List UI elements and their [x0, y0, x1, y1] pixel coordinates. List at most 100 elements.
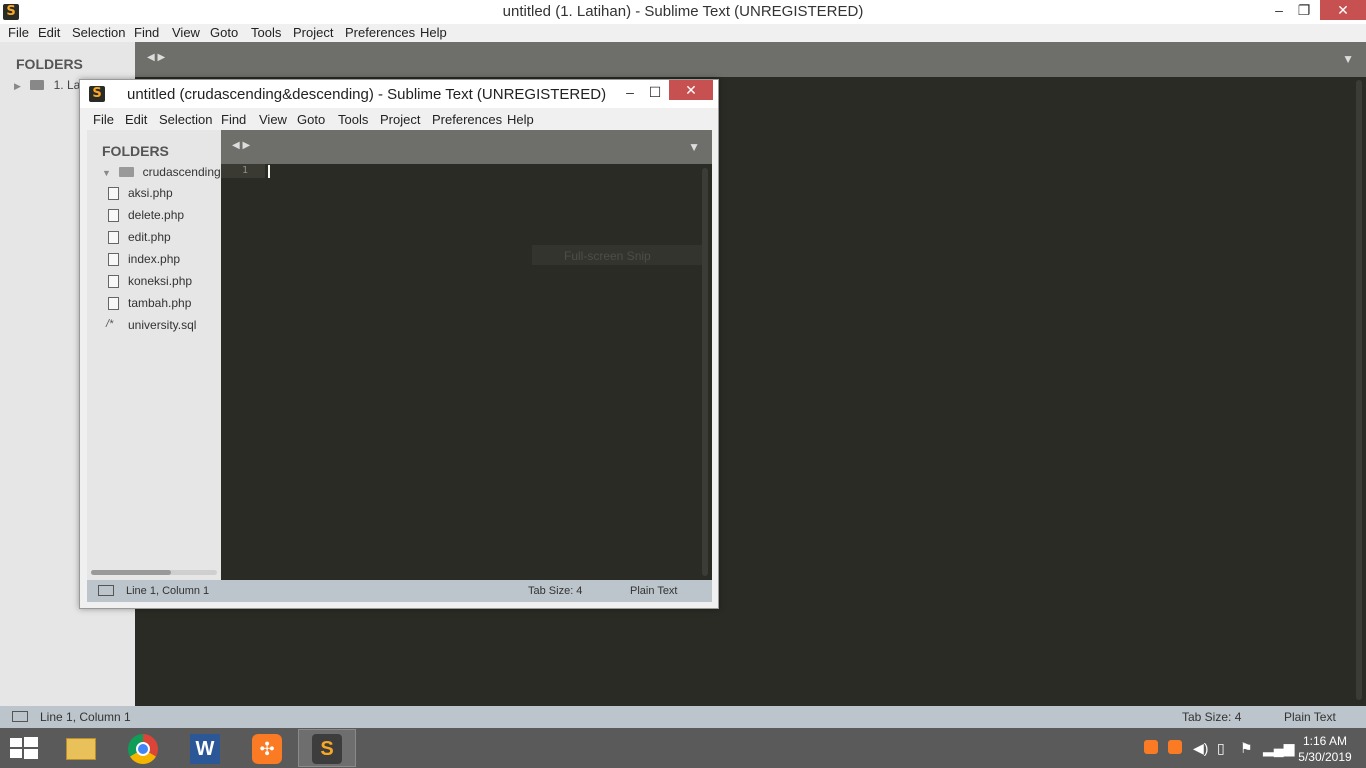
sql-file-icon: /*	[106, 318, 114, 330]
file-label: edit.php	[128, 230, 171, 244]
file-item[interactable]: index.php	[108, 252, 181, 266]
tab-nav-arrows-icon[interactable]: ◀ ▶	[147, 52, 165, 63]
menu-find[interactable]: Find	[134, 25, 159, 40]
main-titlebar: S untitled (1. Latihan) - Sublime Text (…	[0, 0, 1366, 24]
file-icon	[108, 275, 119, 288]
secondary-titlebar: S untitled (crudascending&descending) - …	[80, 80, 718, 108]
menu-selection[interactable]: Selection	[72, 25, 125, 40]
menu-view[interactable]: View	[172, 25, 200, 40]
xampp-tray-icon[interactable]	[1144, 740, 1158, 757]
menu-help[interactable]: Help	[420, 25, 447, 40]
folders-heading: FOLDERS	[102, 143, 169, 159]
status-syntax[interactable]: Plain Text	[630, 585, 678, 597]
file-label: delete.php	[128, 208, 185, 222]
menu-selection[interactable]: Selection	[159, 112, 212, 127]
file-explorer-icon[interactable]	[52, 729, 110, 767]
main-tabbar: ◀ ▶ ▼	[135, 42, 1366, 77]
file-label: tambah.php	[128, 296, 192, 310]
sidebar-folder-crud[interactable]: ▼ crudascending&descending	[102, 165, 221, 179]
file-icon	[108, 187, 119, 200]
file-label: aksi.php	[128, 186, 173, 200]
menu-goto[interactable]: Goto	[210, 25, 238, 40]
full-screen-snip-overlay: Full-screen Snip	[532, 245, 704, 265]
main-window-title: untitled (1. Latihan) - Sublime Text (UN…	[502, 3, 864, 20]
folder-open-icon	[119, 167, 135, 177]
network-signal-icon[interactable]: ▂▄▆	[1263, 740, 1294, 757]
close-button[interactable]: ✕	[669, 80, 713, 100]
file-label: university.sql	[128, 318, 197, 332]
file-label: index.php	[128, 252, 181, 266]
restore-button[interactable]: ❐	[1289, 0, 1319, 20]
menu-project[interactable]: Project	[293, 25, 333, 40]
status-tab-size[interactable]: Tab Size: 4	[1182, 710, 1241, 724]
status-tab-size[interactable]: Tab Size: 4	[528, 585, 582, 597]
tab-dropdown-icon[interactable]: ▼	[1342, 52, 1354, 66]
folders-heading: FOLDERS	[16, 56, 83, 72]
secondary-sidebar: FOLDERS ▼ crudascending&descending aksi.…	[87, 130, 221, 580]
tab-dropdown-icon[interactable]: ▼	[688, 140, 700, 154]
menu-edit[interactable]: Edit	[38, 25, 60, 40]
menu-find[interactable]: Find	[221, 112, 246, 127]
file-icon	[108, 209, 119, 222]
file-item[interactable]: tambah.php	[108, 296, 192, 310]
secondary-menubar: File Edit Selection Find View Goto Tools…	[80, 108, 718, 130]
menu-preferences[interactable]: Preferences	[345, 25, 415, 40]
secondary-statusbar: Line 1, Column 1 Tab Size: 4 Plain Text	[87, 580, 712, 602]
menu-file[interactable]: File	[8, 25, 29, 40]
status-syntax[interactable]: Plain Text	[1284, 710, 1336, 724]
sidebar-horizontal-scrollbar[interactable]	[91, 570, 217, 575]
file-item[interactable]: /* university.sql	[106, 318, 197, 332]
file-icon	[108, 297, 119, 310]
secondary-window-title: untitled (crudascending&descending) - Su…	[127, 86, 607, 103]
word-icon[interactable]: W	[176, 729, 234, 767]
clock[interactable]: 1:16 AM 5/30/2019	[1292, 733, 1358, 765]
menu-edit[interactable]: Edit	[125, 112, 147, 127]
file-icon	[108, 253, 119, 266]
file-item[interactable]: koneksi.php	[108, 274, 193, 288]
maximize-button[interactable]: ☐	[640, 82, 670, 102]
menu-preferences[interactable]: Preferences	[432, 112, 502, 127]
battery-icon[interactable]: ▯	[1217, 740, 1225, 757]
xampp-control-tray-icon[interactable]	[1168, 740, 1182, 757]
secondary-editor[interactable]: 1 Full-screen Snip	[221, 164, 712, 580]
editor-scrollbar[interactable]	[702, 168, 708, 576]
windows-start-icon[interactable]	[10, 737, 38, 759]
secondary-window: S untitled (crudascending&descending) - …	[79, 79, 719, 609]
sublime-text-icon[interactable]: S	[298, 729, 356, 767]
clock-time: 1:16 AM	[1302, 734, 1348, 748]
volume-icon[interactable]: ◀)	[1193, 740, 1208, 757]
chevron-right-icon[interactable]: ▶	[14, 81, 21, 91]
menu-tools[interactable]: Tools	[338, 112, 368, 127]
taskbar: W ✣ S ◀) ▯ ⚑ ▂▄▆ 1:16 AM 5/30/2019	[0, 728, 1366, 768]
menu-goto[interactable]: Goto	[297, 112, 325, 127]
scrollbar-thumb[interactable]	[91, 570, 171, 575]
chrome-icon[interactable]	[114, 729, 172, 767]
sublime-logo-icon: S	[89, 86, 105, 102]
menu-tools[interactable]: Tools	[251, 25, 281, 40]
status-position: Line 1, Column 1	[126, 585, 210, 597]
file-label: koneksi.php	[128, 274, 193, 288]
tab-nav-arrows-icon[interactable]: ◀ ▶	[232, 140, 250, 151]
folder-label: crudascending&descending	[142, 165, 221, 179]
menu-view[interactable]: View	[259, 112, 287, 127]
xampp-icon[interactable]: ✣	[238, 729, 296, 767]
status-position: Line 1, Column 1	[40, 710, 131, 724]
text-cursor	[268, 165, 270, 178]
file-item[interactable]: edit.php	[108, 230, 171, 244]
main-scrollbar[interactable]	[1356, 80, 1362, 700]
chevron-down-icon[interactable]: ▼	[102, 168, 111, 178]
panel-toggle-icon[interactable]	[12, 711, 28, 722]
clock-date: 5/30/2019	[1298, 750, 1352, 764]
action-center-flag-icon[interactable]: ⚑	[1240, 740, 1253, 757]
main-statusbar: Line 1, Column 1 Tab Size: 4 Plain Text	[0, 706, 1366, 728]
file-item[interactable]: delete.php	[108, 208, 185, 222]
secondary-tabbar: ◀ ▶ ▼	[221, 130, 712, 164]
menu-file[interactable]: File	[93, 112, 114, 127]
panel-toggle-icon[interactable]	[98, 585, 114, 596]
line-number: 1	[242, 165, 249, 176]
menu-help[interactable]: Help	[507, 112, 534, 127]
menu-project[interactable]: Project	[380, 112, 420, 127]
close-button[interactable]: ✕	[1320, 0, 1366, 20]
file-item[interactable]: aksi.php	[108, 186, 173, 200]
file-icon	[108, 231, 119, 244]
